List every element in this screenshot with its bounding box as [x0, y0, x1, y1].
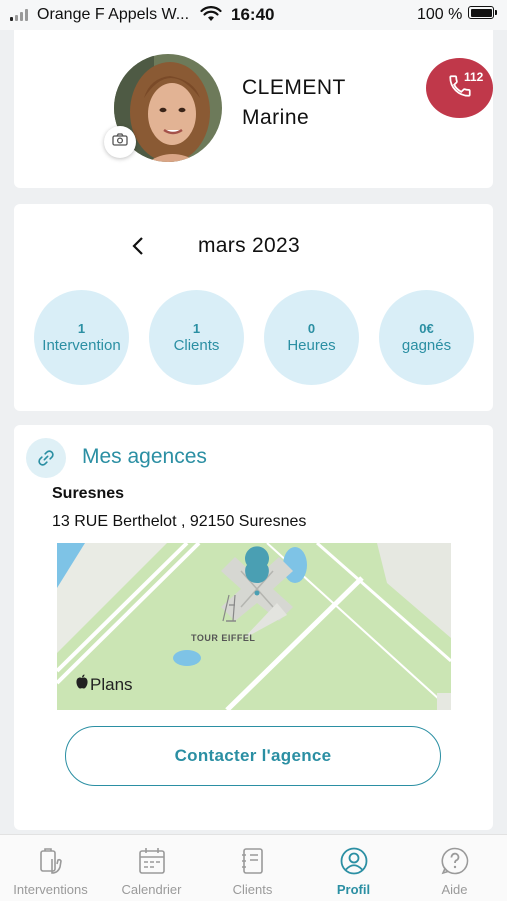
battery-percentage: 100 %	[417, 6, 463, 23]
tab-label: Calendrier	[121, 882, 182, 897]
agency-map[interactable]: TOUR EIFFEL Plans	[57, 543, 451, 710]
stat-clients: 1 Clients	[149, 290, 244, 385]
battery-icon	[468, 6, 497, 19]
emergency-call-button[interactable]: 112	[426, 58, 493, 118]
map-landmark-label: TOUR EIFFEL	[191, 633, 256, 643]
tab-label: Clients	[232, 882, 273, 897]
tab-interventions[interactable]: Interventions	[0, 835, 101, 901]
maps-provider-logo: Plans	[75, 674, 133, 695]
apple-icon	[75, 674, 89, 695]
stat-value: 0	[307, 320, 316, 336]
previous-month-button[interactable]	[126, 236, 150, 260]
status-bar: Orange F Appels W... 16:40 100 %	[0, 0, 507, 30]
clients-icon	[241, 847, 265, 875]
stat-label: Heures	[287, 336, 336, 354]
link-icon	[26, 438, 66, 478]
help-icon	[441, 847, 469, 875]
agencies-card: Mes agences Suresnes 13 RUE Berthelot , …	[14, 425, 493, 830]
chevron-left-icon	[132, 236, 144, 261]
signal-icon	[10, 9, 28, 21]
emergency-number: 112	[464, 70, 484, 84]
stat-value: 1	[77, 320, 86, 336]
tab-label: Interventions	[13, 882, 88, 897]
tab-calendar[interactable]: Calendrier	[101, 835, 202, 901]
profile-icon	[340, 847, 368, 875]
tab-profile[interactable]: Profil	[303, 835, 404, 901]
tab-clients[interactable]: Clients	[202, 835, 303, 901]
maps-provider-name: Plans	[90, 674, 133, 694]
stat-hours: 0 Heures	[264, 290, 359, 385]
stat-label: Intervention	[42, 336, 121, 354]
stat-value: 0€	[419, 320, 434, 336]
tab-label: Aide	[441, 882, 468, 897]
bottom-tab-bar: Interventions Calendrier Clients Profil …	[0, 834, 507, 901]
agency-address: 13 RUE Berthelot , 92150 Suresnes	[52, 513, 307, 530]
monthly-stats-card: mars 2023 1 Intervention 1 Clients 0 Heu…	[14, 204, 493, 411]
contact-agency-button[interactable]: Contacter l'agence	[65, 726, 441, 786]
profile-card: CLEMENT Marine 112	[14, 30, 493, 188]
tab-label: Profil	[336, 882, 371, 897]
tab-help[interactable]: Aide	[404, 835, 505, 901]
stat-value: 1	[192, 320, 201, 336]
change-photo-button[interactable]	[104, 126, 136, 158]
agencies-title: Mes agences	[82, 445, 207, 468]
stat-interventions: 1 Intervention	[34, 290, 129, 385]
camera-icon	[112, 133, 128, 151]
carrier-name: Orange F Appels W...	[37, 6, 190, 23]
clock: 16:40	[231, 5, 275, 24]
agency-name: Suresnes	[52, 485, 125, 502]
wifi-icon	[200, 6, 222, 27]
stat-earnings: 0€ gagnés	[379, 290, 474, 385]
calendar-icon	[138, 847, 166, 875]
user-last-name: CLEMENT	[242, 76, 346, 99]
interventions-icon	[38, 847, 64, 875]
user-first-name: Marine	[242, 106, 310, 129]
stat-label: Clients	[173, 336, 220, 354]
month-label: mars 2023	[198, 234, 300, 257]
stat-label: gagnés	[401, 336, 452, 354]
